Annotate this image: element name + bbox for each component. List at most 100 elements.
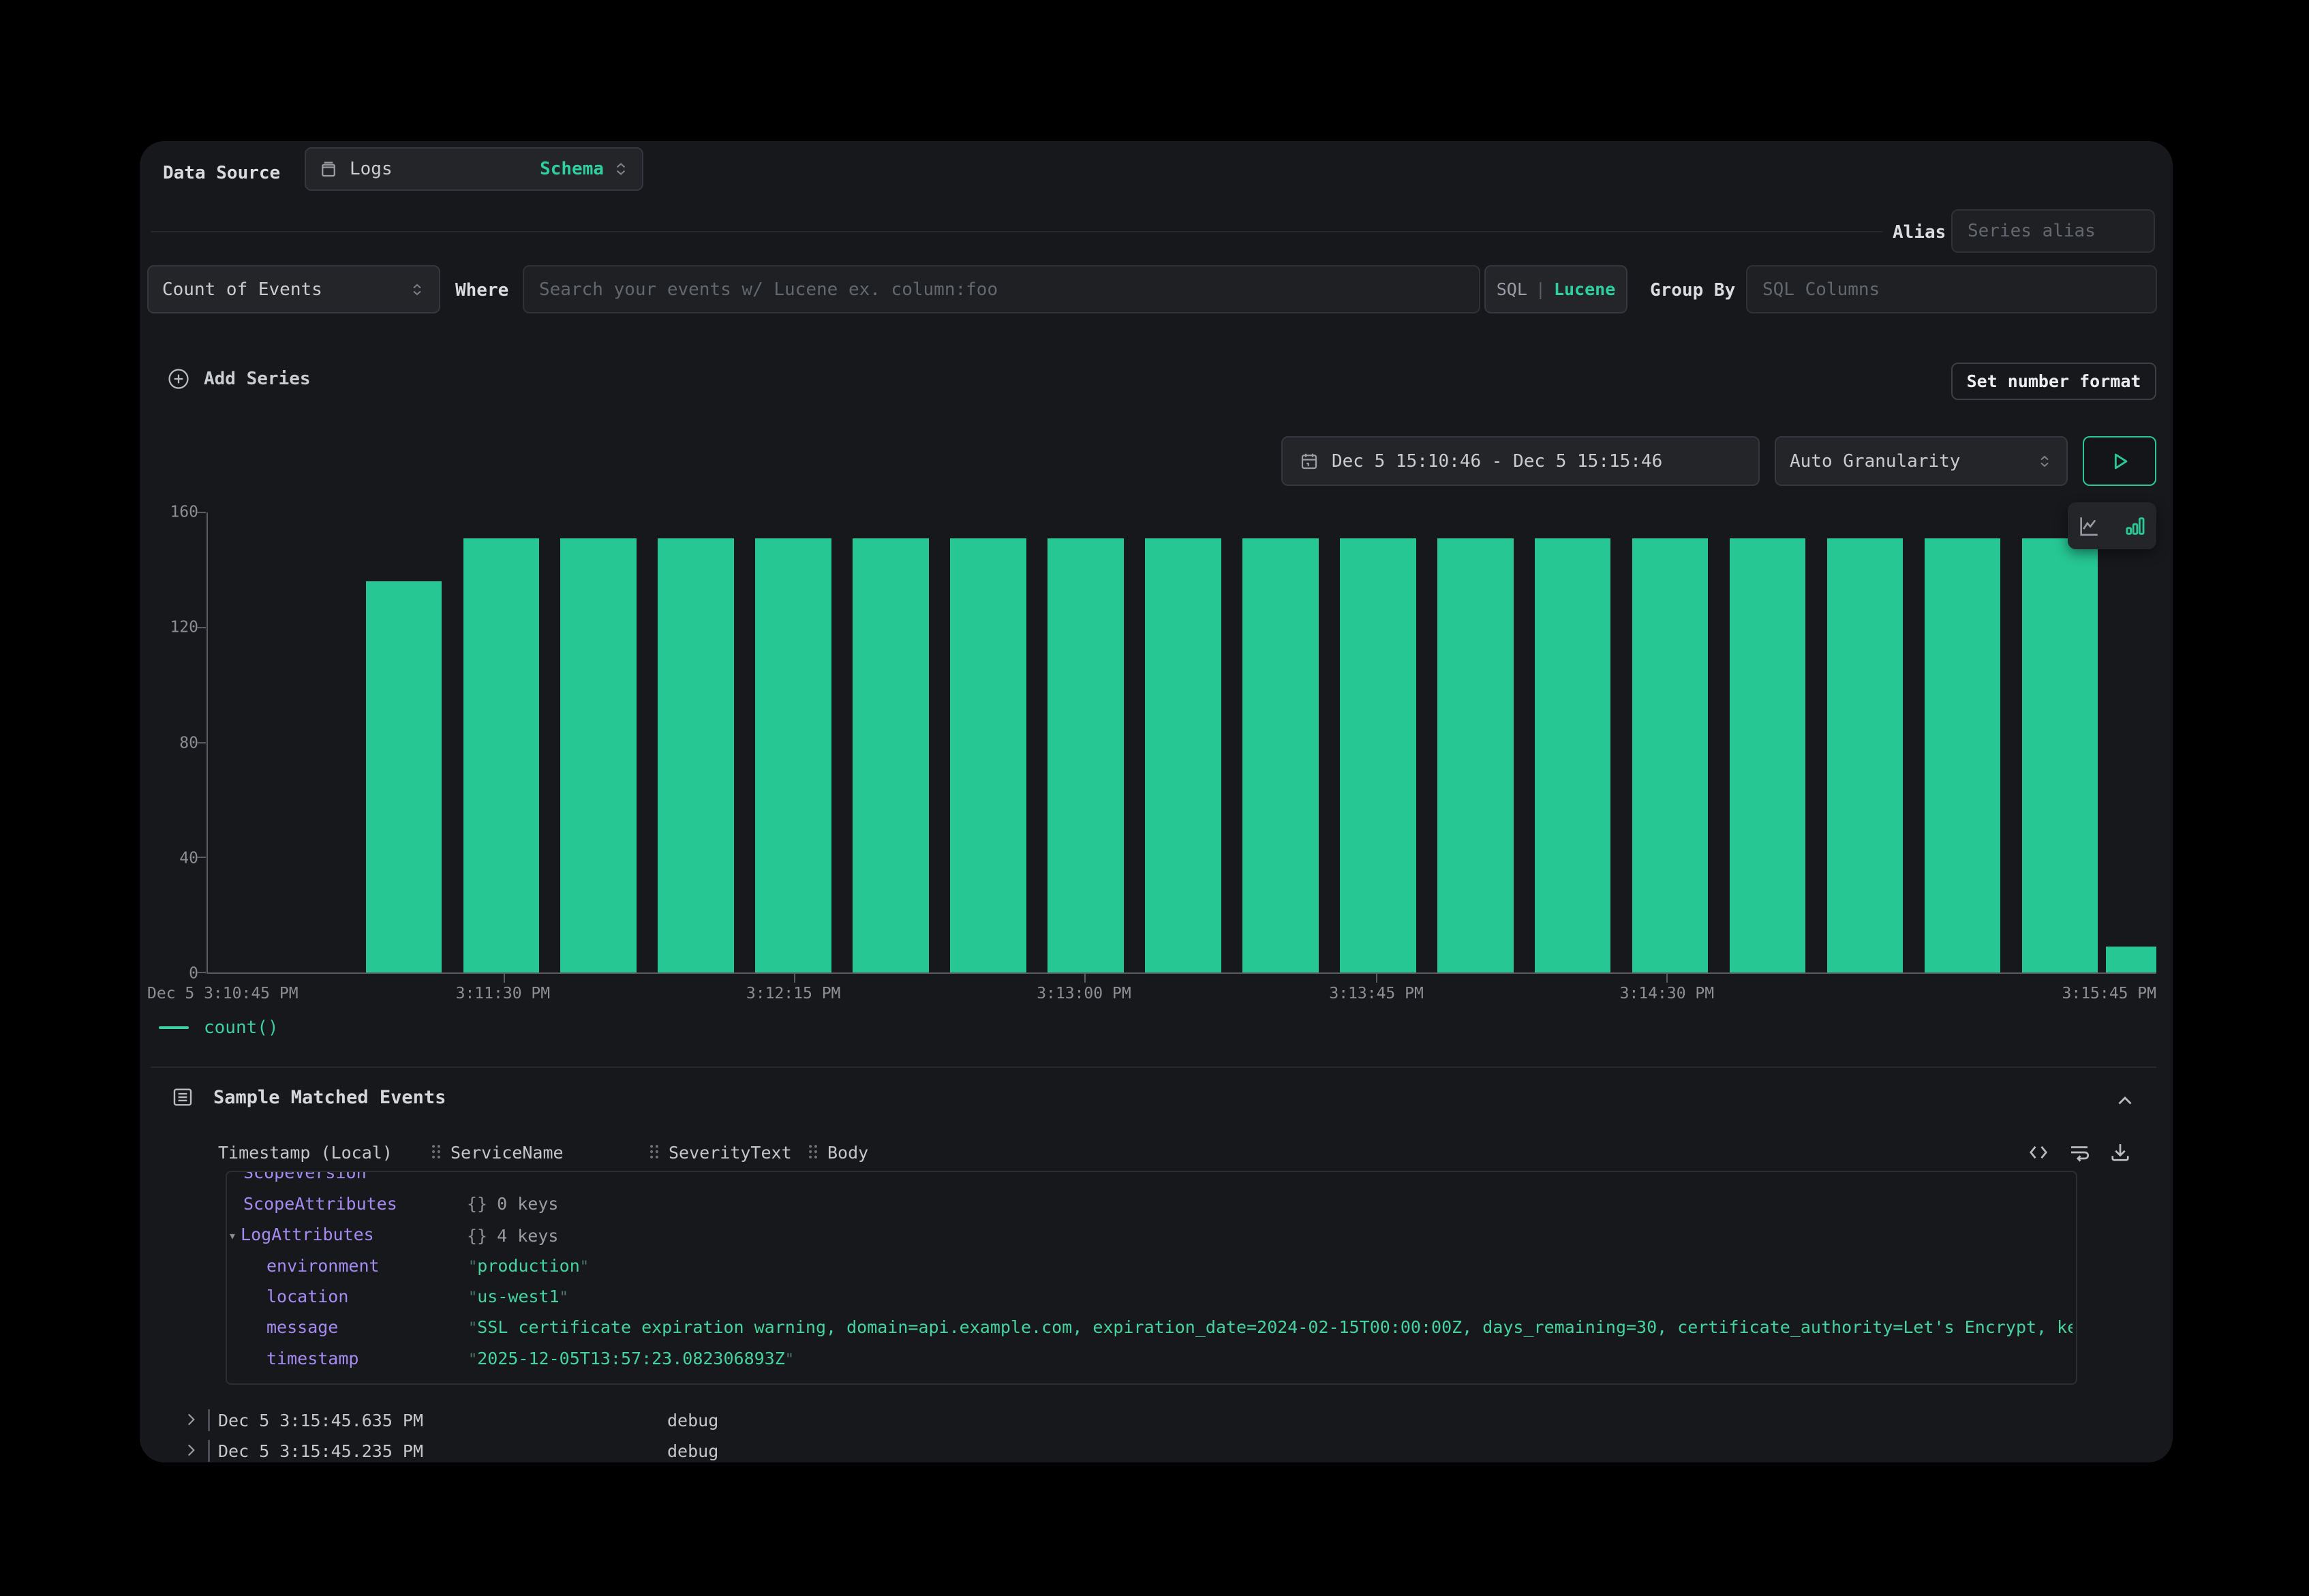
data-source-value: Logs [350,159,393,179]
attribute-row[interactable]: environment "production" [266,1256,380,1276]
chevron-updown-icon [409,280,425,299]
attribute-row[interactable]: location "us-west1" [266,1287,348,1306]
col-servicename[interactable]: ServiceName [450,1143,564,1163]
legend-series-label: count() [204,1017,279,1038]
alias-divider [151,231,1882,232]
attribute-value: production [477,1256,580,1276]
x-tick-mark [1376,974,1377,983]
chart-bar [1145,538,1221,972]
search-input[interactable] [524,279,1479,300]
event-row[interactable]: Dec 5 3:15:45.635 PM debug [140,1407,2156,1437]
legend-swatch [159,1026,189,1029]
download-icon[interactable] [2108,1140,2132,1165]
chart-legend: count() [159,1017,279,1038]
aggregation-select[interactable]: Count of Events [147,265,440,313]
language-divider: | [1535,279,1546,299]
attribute-key: timestamp [266,1349,358,1368]
query-builder-card: Data Source Logs Schema Alias Count of E… [140,141,2173,1462]
x-tick-mark [1084,974,1086,983]
drag-handle-icon[interactable] [806,1143,821,1161]
search-input-wrap [523,265,1480,313]
group-by-input[interactable] [1747,279,2156,300]
group-by-input-wrap [1746,265,2157,313]
attribute-row[interactable]: ScopeVersion "" [243,1171,367,1182]
event-severity: debug [667,1411,718,1430]
events-section-title: Sample Matched Events [213,1087,446,1108]
y-tick-mark [197,972,206,973]
attribute-key: LogAttributes [241,1225,374,1244]
data-source-label: Data Source [163,163,280,183]
x-tick-label: 3:13:00 PM [1037,985,1131,1002]
x-tick-label: 3:15:45 PM [2062,985,2156,1002]
y-tick-label: 120 [170,620,198,636]
data-source-select[interactable]: Logs Schema [305,147,643,191]
y-tick-mark [197,512,206,513]
wrap-text-icon[interactable] [2067,1140,2092,1165]
alias-label: Alias [1893,222,1946,243]
x-tick-label: 3:12:15 PM [746,985,840,1002]
attribute-row[interactable]: ▾LogAttributes {}4 keys [228,1225,374,1244]
x-tick-label: 3:13:45 PM [1329,985,1423,1002]
chart-bar [950,538,1026,972]
run-query-button[interactable] [2083,436,2156,486]
y-tick-label: 0 [189,966,198,982]
chart-bar [1340,538,1416,972]
play-icon [2108,450,2131,473]
group-by-label: Group By [1650,280,1735,301]
y-tick-mark [197,742,206,743]
alias-input[interactable] [1953,221,2154,241]
attribute-key: ScopeAttributes [243,1194,397,1214]
bar-chart-icon[interactable] [2124,515,2147,538]
chart-bar [2106,947,2156,972]
event-list-icon [171,1086,194,1109]
x-tick-label: 3:11:30 PM [456,985,550,1002]
attribute-row[interactable]: message "SSL certificate expiration warn… [266,1317,2073,1337]
braces-icon: {} [467,1194,487,1214]
chevron-updown-icon [612,159,630,179]
chart-y-axis: 04080120160 [140,512,205,974]
granularity-select[interactable]: Auto Granularity [1775,436,2068,486]
drag-handle-icon[interactable] [429,1143,444,1161]
chart-bar [1242,538,1319,972]
add-series-button[interactable]: Add Series [167,367,311,390]
x-tick-mark [1666,974,1668,983]
sql-option[interactable]: SQL [1497,279,1527,299]
chevron-right-icon[interactable] [182,1441,200,1459]
code-view-icon[interactable] [2026,1140,2051,1165]
aggregation-value: Count of Events [162,279,322,300]
add-series-label: Add Series [204,369,311,389]
chart-bar [853,538,929,972]
calendar-icon [1299,451,1319,472]
lucene-option[interactable]: Lucene [1554,279,1615,299]
line-chart-icon[interactable] [2077,515,2100,538]
events-section-header[interactable]: Sample Matched Events [171,1086,446,1109]
y-tick-label: 40 [179,850,198,866]
time-range-value: Dec 5 15:10:46 - Dec 5 15:15:46 [1332,451,1662,472]
set-number-format-button[interactable]: Set number format [1951,363,2156,400]
collapse-section-icon[interactable] [2113,1090,2137,1113]
chart-bar [366,581,442,972]
drag-handle-icon[interactable] [647,1143,662,1161]
chevron-right-icon[interactable] [182,1411,200,1428]
expander-triangle-icon[interactable]: ▾ [228,1227,236,1244]
event-row[interactable]: Dec 5 3:15:45.235 PM debug [140,1437,2156,1462]
chart-bar [1437,538,1514,972]
attribute-value: SSL certificate expiration warning, doma… [477,1317,2073,1337]
attribute-value: us-west1 [477,1287,559,1306]
col-severitytext[interactable]: SeverityText [669,1143,792,1163]
event-timestamp: Dec 5 3:15:45.635 PM [218,1411,423,1430]
database-icon [318,159,339,179]
chart-bar [1827,538,1903,972]
attribute-row[interactable]: ScopeAttributes {}0 keys [243,1194,397,1214]
schema-link[interactable]: Schema [540,159,604,179]
chart-type-toggle [2068,502,2156,549]
x-tick-mark [794,974,795,983]
attribute-row[interactable]: timestamp "2025-12-05T13:57:23.082306893… [266,1349,358,1368]
braces-icon: {} [467,1226,487,1246]
event-severity: debug [667,1441,718,1461]
chart-bar [1048,538,1124,972]
query-language-toggle[interactable]: SQL | Lucene [1484,265,1627,313]
time-range-picker[interactable]: Dec 5 15:10:46 - Dec 5 15:15:46 [1281,436,1760,486]
col-timestamp[interactable]: Timestamp (Local) [218,1143,393,1163]
col-body[interactable]: Body [827,1143,868,1163]
